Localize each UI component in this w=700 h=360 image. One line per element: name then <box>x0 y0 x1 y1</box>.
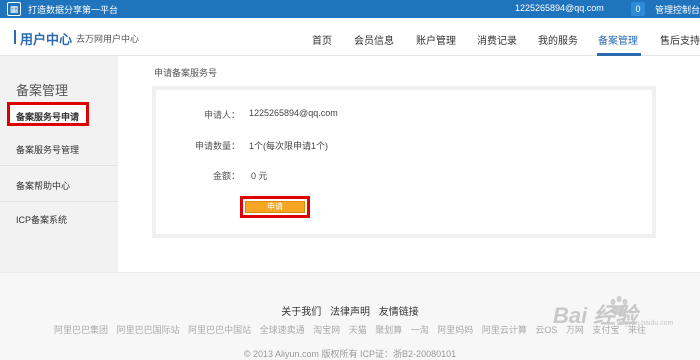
console-link[interactable]: 管理控制台 <box>655 3 700 16</box>
sidebar-item-apply-service-number[interactable]: 备案服务号申请 <box>7 102 89 126</box>
partner-link[interactable]: 全球速卖通 <box>260 325 305 335</box>
page-title: 用户中心 <box>20 32 73 47</box>
nav-account[interactable]: 账户管理 <box>416 32 456 47</box>
footer-link-friends[interactable]: 友情链接 <box>379 307 419 318</box>
user-account-link[interactable]: 1225265894@qq.com <box>515 3 604 13</box>
partner-link[interactable]: 阿里巴巴集团 <box>54 325 108 335</box>
nav-after-sales[interactable]: 售后支持 <box>660 32 700 47</box>
applicant-value: 1225265894@qq.com <box>249 108 338 118</box>
quantity-value: 1个(每次限申请1个) <box>249 141 329 151</box>
sidebar-item-label: 备案帮助中心 <box>16 181 71 191</box>
quantity-label: 申请数量： <box>194 141 240 151</box>
footer-link-about[interactable]: 关于我们 <box>281 307 321 318</box>
sidebar-item-manage-service-number[interactable]: 备案服务号管理 <box>0 132 118 166</box>
baidu-jingyan-watermark: Bai 经验 jingyan.baidu.com <box>553 292 688 332</box>
copyright: © 2013 Aliyun.com 版权所有 ICP证：浙B2-20080101 <box>243 349 457 359</box>
partner-link[interactable]: 聚划算 <box>375 325 402 335</box>
amount-value: 0 元 <box>251 171 268 181</box>
nav-filing-management[interactable]: 备案管理 <box>598 32 638 47</box>
title-accent-bar <box>14 30 16 44</box>
apply-button-highlight: 申请 <box>240 196 310 218</box>
platform-slogan: 打造数据分享第一平台 <box>28 5 119 15</box>
nav-my-services[interactable]: 我的服务 <box>538 32 578 47</box>
applicant-label: 申请人： <box>203 110 240 120</box>
partner-link[interactable]: 一淘 <box>411 325 429 335</box>
partner-link[interactable]: 阿里巴巴国际站 <box>117 325 180 335</box>
notification-badge[interactable]: 0 <box>631 2 645 16</box>
wanwang-center-link[interactable]: 去万网用户中心 <box>76 32 139 45</box>
amount-label: 金额： <box>212 171 240 181</box>
sidebar-item-label: 备案服务号申请 <box>16 112 80 122</box>
nav-consumption[interactable]: 消费记录 <box>477 32 517 47</box>
site-header: 用户中心 去万网用户中心 首页 会员信息 账户管理 消费记录 我的服务 备案管理… <box>0 18 700 56</box>
partner-link[interactable]: 阿里巴巴中国站 <box>188 325 251 335</box>
partner-link[interactable]: 淘宝网 <box>313 325 340 335</box>
watermark-site: jingyan.baidu.com <box>617 320 674 327</box>
nav-member-info[interactable]: 会员信息 <box>354 32 394 47</box>
active-nav-underline <box>597 53 641 56</box>
top-bar: ▦ 打造数据分享第一平台 1225265894@qq.com 0 管理控制台 <box>0 0 700 18</box>
partner-link[interactable]: 阿里云计算 <box>482 325 527 335</box>
apply-button[interactable]: 申请 <box>245 201 305 213</box>
breadcrumb: 申请备案服务号 <box>154 68 218 78</box>
partner-link[interactable]: 天猫 <box>349 325 367 335</box>
sidebar-item-label: ICP备案系统 <box>16 215 68 225</box>
sidebar-title: 备案管理 <box>16 83 69 98</box>
footer-link-legal[interactable]: 法律声明 <box>330 307 370 318</box>
partner-link[interactable]: 阿里妈妈 <box>437 325 473 335</box>
sidebar-item-icp-system[interactable]: ICP备案系统 <box>0 202 118 236</box>
sidebar-item-label: 备案服务号管理 <box>16 145 80 155</box>
platform-logo-icon: ▦ <box>7 2 21 16</box>
sidebar-item-help-center[interactable]: 备案帮助中心 <box>0 168 118 202</box>
nav-home[interactable]: 首页 <box>312 32 332 47</box>
